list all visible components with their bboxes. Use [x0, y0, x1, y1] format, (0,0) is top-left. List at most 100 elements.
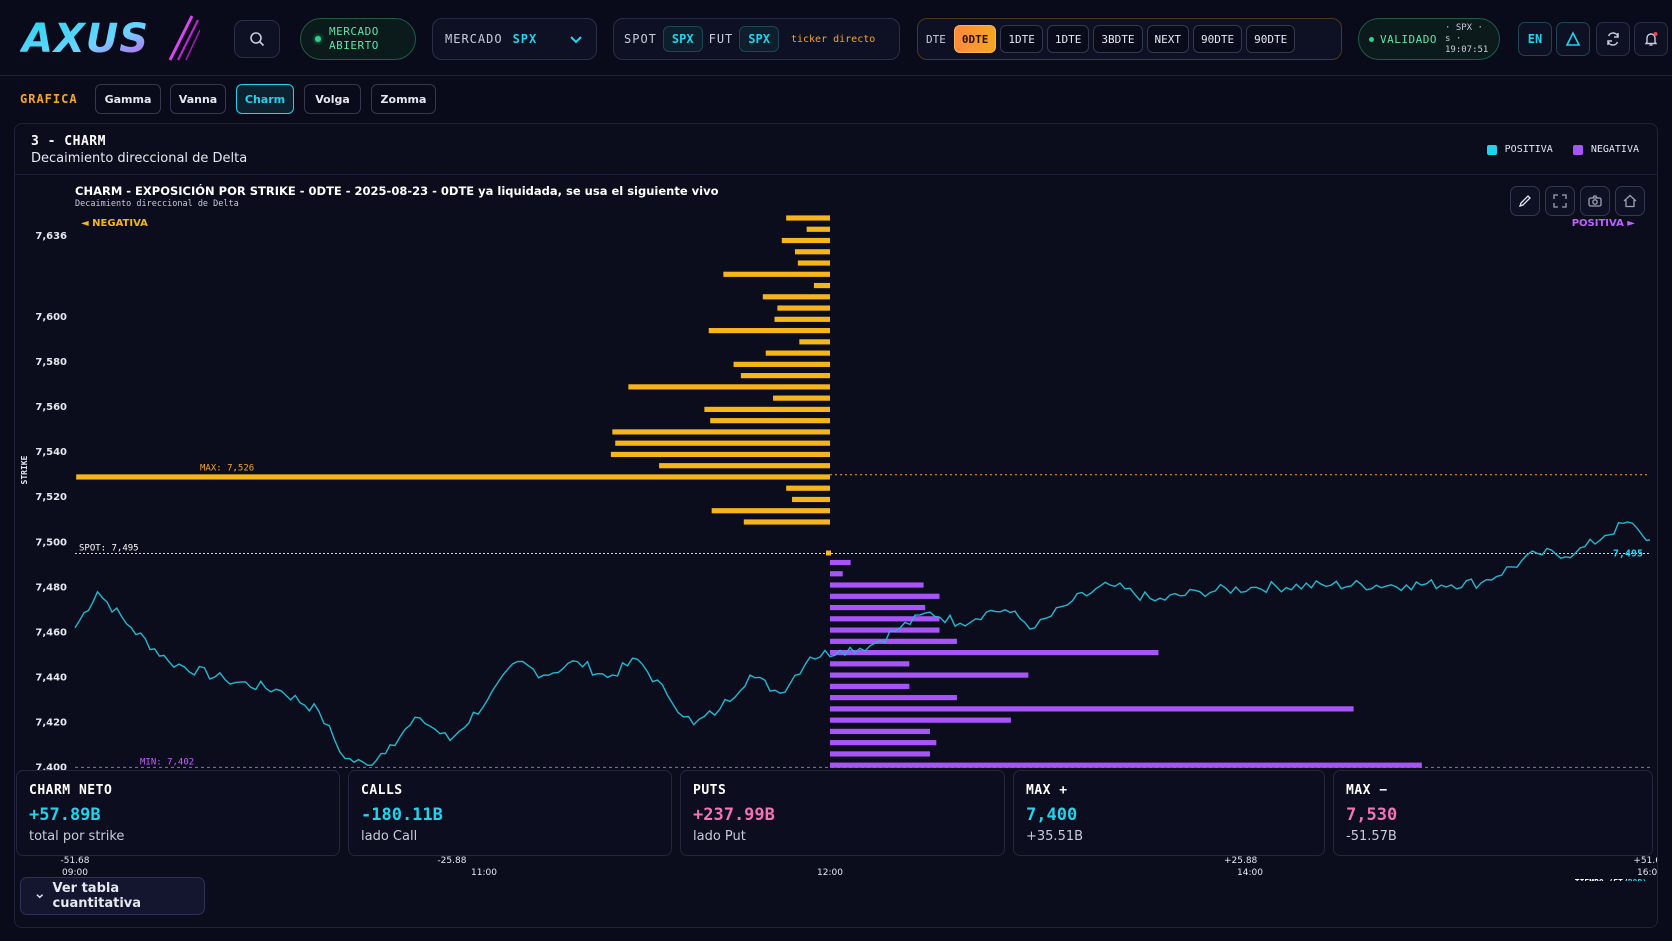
fullscreen-icon [1553, 194, 1567, 208]
negative-bar [813, 282, 830, 289]
validado-meta-1: · SPX · [1444, 22, 1483, 33]
positive-bar [830, 616, 940, 622]
positive-bar [830, 717, 1011, 723]
reset-view-button[interactable] [1615, 186, 1645, 216]
x-time-tick-label: 14:00 [1237, 868, 1263, 878]
stat-card-charm-neto: CHARM NETO +57.89B total por strike [16, 770, 340, 856]
market-select-value: SPX [512, 32, 538, 46]
x-value-tick-label: +25.88 [1224, 856, 1258, 866]
tab-volga[interactable]: Volga [304, 84, 361, 114]
dte-option-90dte[interactable]: 90DTE [1193, 25, 1243, 53]
positive-bar [830, 695, 957, 701]
y-tick-label: 7,440 [35, 672, 67, 683]
stat-sub: +35.51B [1026, 829, 1084, 844]
dte-option-0dte[interactable]: 0DTE [953, 25, 997, 53]
negative-bar [615, 440, 830, 446]
legend-label-negative: NEGATIVA [1590, 144, 1639, 155]
triangle-icon [1565, 31, 1581, 46]
panel-divider [15, 174, 1657, 175]
negative-bar [723, 271, 830, 277]
positive-bar [830, 649, 1159, 656]
search-button[interactable] [234, 20, 280, 58]
negative-bar [743, 519, 830, 525]
draw-tool-button[interactable] [1510, 186, 1540, 216]
dte-option-3bdte[interactable]: 3BDTE [1093, 25, 1143, 53]
stat-sub: lado Put [693, 829, 746, 844]
positive-bar [830, 728, 930, 735]
language-button[interactable]: EN [1518, 22, 1552, 56]
theme-button[interactable] [1556, 22, 1590, 56]
stat-title: CALLS [361, 783, 403, 798]
search-icon [250, 32, 265, 47]
stat-value: +237.99B [693, 805, 775, 825]
positive-bar [830, 706, 1354, 712]
negative-bar [740, 373, 830, 379]
positive-side-label: POSITIVA ► [1572, 218, 1636, 229]
fut-ticker-chip[interactable]: SPX [739, 26, 779, 52]
positive-bar [830, 751, 930, 757]
dte-option-1dte[interactable]: 1DTE [1000, 25, 1043, 53]
spot-level-label: SPOT: 7,495 [79, 544, 139, 554]
positive-bar [830, 661, 910, 667]
chart-title: CHARM - EXPOSICIÓN POR STRIKE - 0DTE - 2… [75, 183, 719, 198]
status-dot-icon [315, 36, 321, 42]
dte-option-90dte-b[interactable]: 90DTE [1246, 25, 1296, 53]
stat-card-max-negative: MAX − 7,530 -51.57B [1333, 770, 1653, 856]
validado-label: VALIDADO [1380, 32, 1437, 46]
notifications-button[interactable] [1634, 22, 1668, 56]
dte-label: DTE [926, 32, 946, 46]
market-select[interactable]: MERCADO SPX [432, 18, 597, 60]
tab-zomma[interactable]: Zomma [371, 84, 436, 114]
negative-side-label: ◄ NEGATIVA [81, 218, 148, 229]
legend-label-positive: POSITIVA [1504, 144, 1553, 155]
top-bar: AXUS MERCADO ABIERTO MERCADO SPX SPOT SP… [0, 0, 1672, 76]
status-dot-icon [1369, 36, 1374, 42]
screenshot-button[interactable] [1580, 186, 1610, 216]
negative-bar [628, 384, 830, 390]
market-status-line2: ABIERTO [329, 39, 379, 52]
bell-icon [1644, 32, 1658, 46]
camera-icon [1588, 195, 1602, 207]
toggle-quant-table-button[interactable]: Ver tabla cuantitativa [20, 877, 205, 915]
negative-bar [710, 418, 830, 424]
chevron-down-icon [570, 36, 582, 44]
logo-graphic: AXUS [19, 15, 201, 62]
positive-bar [830, 582, 924, 588]
x-time-tick-label: 11:00 [471, 868, 497, 878]
tab-vanna[interactable]: Vanna [170, 84, 226, 114]
logo-text: AXUS [20, 16, 149, 62]
negative-bar [794, 249, 830, 255]
stat-value: -180.11B [361, 805, 443, 825]
spot-fut-group: SPOT SPX FUT SPX ticker directo [613, 18, 900, 60]
spot-label: SPOT [624, 32, 657, 46]
stat-title: CHARM NETO [29, 783, 113, 798]
tab-gamma[interactable]: Gamma [95, 84, 161, 114]
x-axis-label: TIEMPO (ET/ROP) [1575, 878, 1647, 881]
positive-bar [830, 672, 1029, 678]
y-tick-label: 7,636 [35, 231, 67, 242]
dte-selector: DTE 0DTE 1DTE 1DTE 3BDTE NEXT 90DTE 90DT… [917, 18, 1342, 60]
panel-title: 3 - CHARM [31, 134, 106, 149]
y-tick-label: 7,500 [35, 537, 67, 548]
negative-bar [777, 305, 830, 311]
tab-charm[interactable]: Charm [236, 84, 294, 114]
stat-value: +57.89B [29, 805, 101, 825]
stat-card-max-positive: MAX + 7,400 +35.51B [1013, 770, 1325, 856]
stat-sub: -51.57B [1346, 829, 1397, 844]
axus-logo[interactable]: AXUS [19, 8, 201, 72]
refresh-button[interactable] [1596, 22, 1630, 56]
chart-subtitle: Decaimiento direccional de Delta [75, 199, 239, 209]
dte-option-next[interactable]: NEXT [1146, 25, 1189, 53]
negative-bar [659, 463, 830, 469]
spot-ticker-chip[interactable]: SPX [662, 26, 703, 52]
stat-title: MAX + [1026, 783, 1068, 798]
negative-bar [781, 237, 830, 244]
positive-bar [830, 559, 851, 566]
negative-bar [610, 451, 830, 458]
home-icon [1623, 194, 1637, 208]
fullscreen-button[interactable] [1545, 186, 1575, 216]
positive-bar [830, 571, 843, 577]
stat-sub: total por strike [29, 829, 125, 844]
market-select-label: MERCADO [445, 32, 503, 46]
dte-option-1dte-b[interactable]: 1DTE [1046, 25, 1090, 53]
